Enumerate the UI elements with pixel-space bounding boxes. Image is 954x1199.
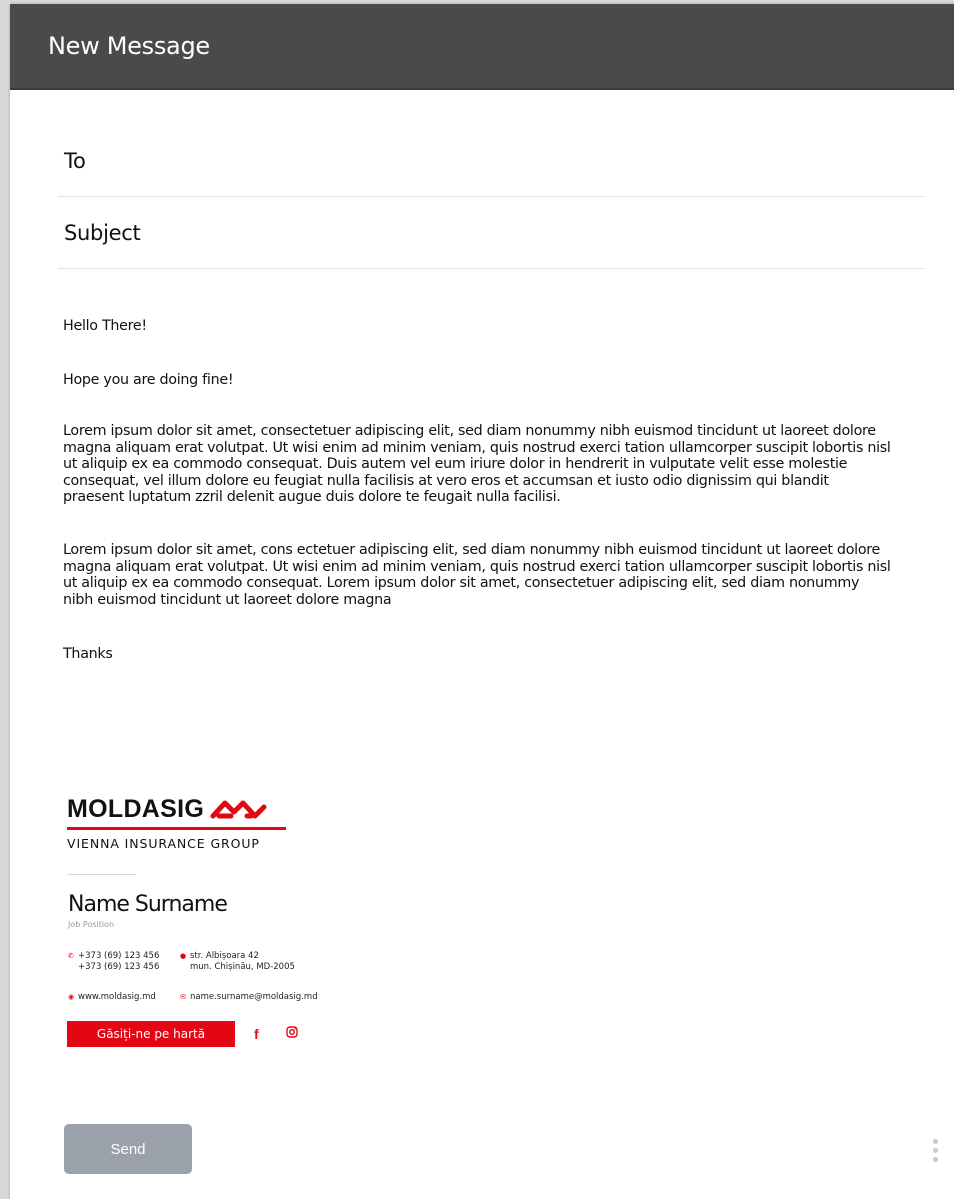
location-icon: ●: [180, 952, 187, 960]
logo-tagline: VIENNA INSURANCE GROUP: [67, 836, 260, 851]
facebook-icon[interactable]: f: [254, 1026, 259, 1042]
send-button[interactable]: Send: [64, 1124, 192, 1174]
window-title: New Message: [48, 32, 210, 60]
subject-label: Subject: [64, 220, 141, 245]
signature-website: ◉ www.moldasig.md: [68, 992, 156, 1003]
signature-address: ● str. Albișoara 42 mun. Chișinău, MD-20…: [180, 951, 295, 972]
phone-2[interactable]: +373 (69) 123 456: [78, 962, 159, 972]
logo-name: MOLDASIG: [67, 794, 205, 823]
to-label: To: [64, 148, 86, 173]
message-line[interactable]: Hope you are doing fine!: [63, 372, 893, 389]
signature-job-position: Job Position: [68, 920, 115, 929]
signature-name: Name Surname: [68, 892, 228, 917]
website-link[interactable]: www.moldasig.md: [78, 992, 156, 1003]
signature-divider: [68, 874, 136, 875]
mail-icon: ✉: [180, 993, 186, 1001]
email-link[interactable]: name.surname@moldasig.md: [190, 992, 318, 1003]
to-field[interactable]: To: [58, 125, 925, 197]
message-paragraph-2[interactable]: Lorem ipsum dolor sit amet, cons ectetue…: [63, 542, 893, 608]
compose-title-bar: New Message: [10, 4, 954, 90]
instagram-icon[interactable]: [286, 1026, 298, 1038]
company-logo: MOLDASIG VIENNA INSURANCE GROUP: [67, 795, 289, 851]
address-line-2: mun. Chișinău, MD-2005: [190, 961, 295, 972]
phone-1[interactable]: +373 (69) 123 456: [78, 951, 159, 961]
compose-window: New Message To Subject Hello There! Hope…: [10, 4, 954, 1199]
subject-field[interactable]: Subject: [58, 197, 925, 269]
signature-email: ✉ name.surname@moldasig.md: [180, 992, 318, 1003]
message-greeting[interactable]: Hello There!: [63, 318, 893, 335]
logo-underline: [67, 827, 286, 830]
logo-mark-icon: [210, 800, 267, 819]
address-line-1: str. Albișoara 42: [190, 951, 259, 961]
map-link-button[interactable]: Găsiți-ne pe hartă: [67, 1021, 235, 1047]
more-vertical-icon[interactable]: [933, 1139, 939, 1166]
signature-phones: ✆ +373 (69) 123 456 +373 (69) 123 456: [68, 951, 159, 972]
message-closing[interactable]: Thanks: [63, 646, 893, 663]
phone-icon: ✆: [68, 952, 74, 960]
message-paragraph-1[interactable]: Lorem ipsum dolor sit amet, consectetuer…: [63, 423, 893, 506]
globe-icon: ◉: [68, 993, 75, 1001]
